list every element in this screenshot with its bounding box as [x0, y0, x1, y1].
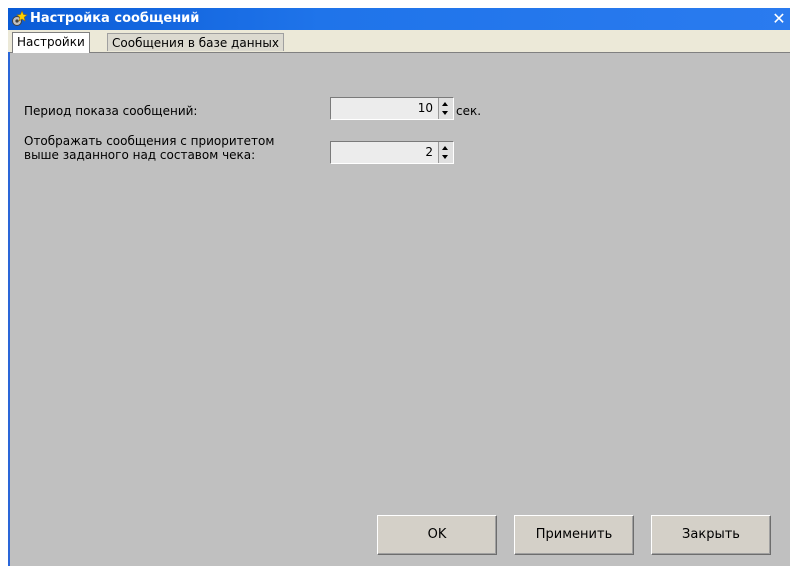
left-border [8, 52, 10, 566]
period-unit-label: сек. [456, 104, 482, 118]
tab-messages-in-database[interactable]: Сообщения в базе данных [107, 33, 284, 51]
period-label: Период показа сообщений: [24, 104, 198, 118]
window-title: Настройка сообщений [30, 11, 200, 26]
close-icon[interactable]: ✕ [770, 10, 788, 28]
priority-label-line2: выше заданного над составом чека: [24, 148, 256, 162]
spin-down-icon[interactable] [442, 111, 448, 115]
period-value[interactable]: 10 [331, 98, 435, 119]
spin-up-icon[interactable] [442, 102, 448, 106]
period-spin-buttons[interactable] [438, 98, 453, 119]
ok-button[interactable]: OK [377, 515, 497, 555]
close-button[interactable]: Закрыть [651, 515, 771, 555]
priority-spinbox[interactable]: 2 [330, 141, 454, 164]
priority-spin-buttons[interactable] [438, 142, 453, 163]
apply-button[interactable]: Применить [514, 515, 634, 555]
settings-gear-icon [12, 10, 28, 26]
tab-settings[interactable]: Настройки [12, 32, 90, 53]
priority-label-line1: Отображать сообщения с приоритетом [24, 134, 275, 148]
dialog-window: Настройка сообщений ✕ Настройки Сообщени… [8, 8, 790, 566]
title-bar[interactable]: Настройка сообщений ✕ [8, 8, 790, 30]
spin-up-icon[interactable] [442, 146, 448, 150]
period-spinbox[interactable]: 10 [330, 97, 454, 120]
priority-value[interactable]: 2 [331, 142, 435, 163]
tab-strip: Настройки Сообщения в базе данных [8, 30, 790, 53]
spin-down-icon[interactable] [442, 155, 448, 159]
